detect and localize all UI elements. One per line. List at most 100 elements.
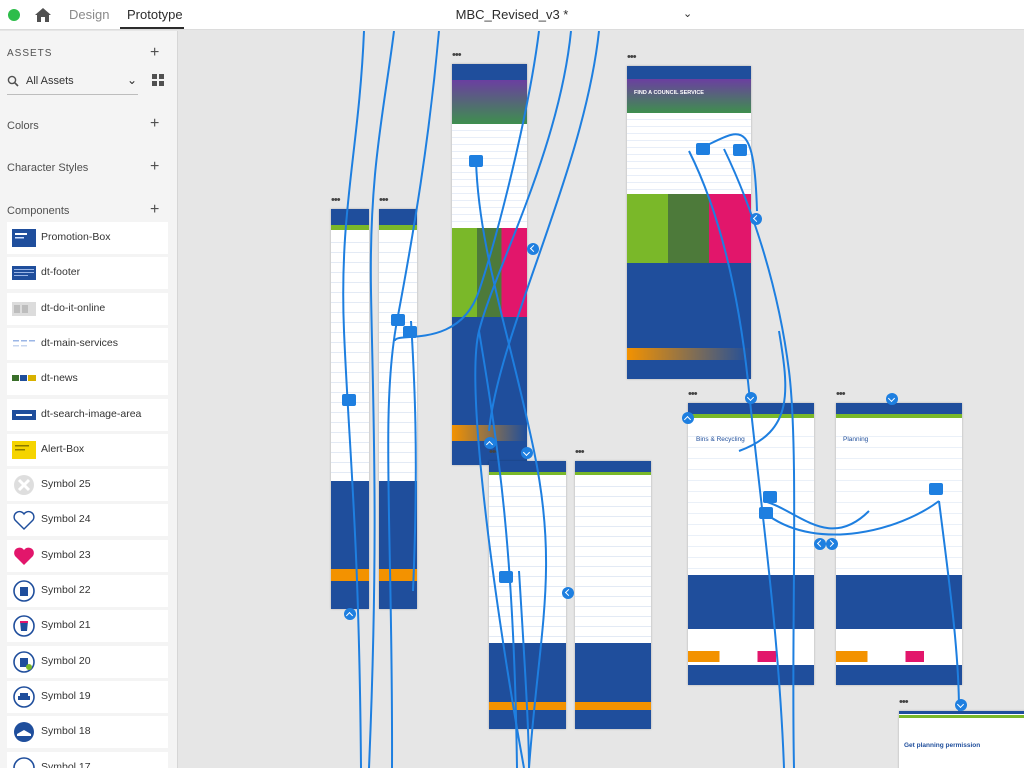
component-item[interactable]: Symbol 19 [7,680,168,713]
wire-handle-icon[interactable] [814,538,826,550]
wire-connection-node[interactable] [403,326,417,338]
search-icon [7,75,19,87]
assets-header: ASSETS [7,48,53,59]
wire-connection-node[interactable] [342,394,356,406]
heart-outline-icon [13,511,35,531]
wire-connection-node[interactable] [391,314,405,326]
wire-handle-icon[interactable] [521,447,533,459]
grid-view-icon[interactable] [152,74,164,86]
active-tab-indicator [120,27,184,29]
component-item[interactable]: Symbol 17 [7,751,168,768]
component-item[interactable]: Symbol 22 [7,575,168,607]
wire-handle-icon[interactable] [745,392,757,404]
prototype-wire[interactable] [387,31,440,768]
component-label: dt-news [41,372,78,385]
wire-handle-icon[interactable] [886,393,898,405]
assets-panel: ASSETS + All Assets ⌄ Colors + Character… [0,31,178,768]
chevron-down-icon[interactable]: ⌄ [683,7,692,20]
do-it-online-thumb [12,301,36,316]
prototype-wire[interactable] [938,500,960,712]
prototype-wire[interactable] [763,500,870,530]
document-title[interactable]: MBC_Revised_v3 * [456,7,569,22]
component-item[interactable]: Symbol 23 [7,539,168,572]
prototype-wire[interactable] [518,570,530,768]
component-item[interactable]: dt-news [7,363,168,396]
artboard-planning-heading: Planning [843,436,869,443]
wire-handle-icon[interactable] [750,213,762,225]
artboard-bins-heading: Bins & Recycling [696,436,745,443]
heart-filled-icon [14,547,34,565]
wire-connection-node[interactable] [499,571,513,583]
component-item[interactable]: dt-main-services [7,327,168,360]
wire-connection-node[interactable] [763,491,777,503]
component-label: Symbol 20 [41,654,91,667]
wire-connection-node[interactable] [759,507,773,519]
chevron-down-icon[interactable]: ⌄ [127,73,137,87]
component-label: Symbol 18 [41,725,91,738]
prototype-wire[interactable] [394,31,540,342]
prototype-wire[interactable] [410,320,417,592]
cup-circle-icon [13,615,35,638]
prototype-canvas[interactable]: ••• ••• ••• ••• ••• ••• ••• ••• ••• FIND A COUNC… [179,31,1024,768]
colors-section-label[interactable]: Colors [7,120,39,132]
artboard-get-planning-heading: Get planning permission [904,742,981,749]
footer-thumb [12,266,36,281]
artboard-home-heading: FIND A COUNCIL SERVICE [634,90,704,96]
search-image-thumb [12,409,36,420]
component-item[interactable]: Promotion-Box [7,222,168,254]
wire-handle-icon[interactable] [682,412,694,424]
wire-handle-icon[interactable] [527,243,539,255]
prototype-wire[interactable] [723,148,796,768]
symbol-circle-icon [13,756,35,768]
component-label: dt-footer [41,266,81,279]
component-label: Symbol 25 [41,478,91,491]
wire-handle-icon[interactable] [344,608,356,620]
component-item[interactable]: Symbol 20 [7,645,168,678]
add-asset-plus-icon[interactable]: + [150,45,159,61]
alert-thumb [12,440,36,459]
prototype-wire[interactable] [688,150,785,768]
component-label: Symbol 21 [41,619,91,632]
promotion-thumb [12,229,36,247]
prototype-wire[interactable] [478,330,518,768]
top-bar: Design Prototype MBC_Revised_v3 * ⌄ [0,0,1024,30]
component-label: Alert-Box [41,442,85,455]
component-item[interactable]: Symbol 25 [7,469,168,502]
add-component-plus-icon[interactable]: + [150,202,159,218]
wire-connection-node[interactable] [696,143,710,155]
component-label: Symbol 22 [41,584,91,596]
character-styles-section-label[interactable]: Character Styles [7,162,88,174]
prototype-wire[interactable] [488,31,600,432]
component-item[interactable]: Symbol 18 [7,716,168,749]
component-item[interactable]: dt-search-image-area [7,398,168,431]
add-character-style-plus-icon[interactable]: + [150,159,159,175]
component-item[interactable]: dt-footer [7,257,168,290]
component-item[interactable]: Symbol 24 [7,504,168,537]
component-label: dt-do-it-online [41,301,106,314]
shoe-circle-icon [14,722,34,743]
car-circle-icon [13,686,35,708]
components-section-label[interactable]: Components [7,205,69,217]
add-color-plus-icon[interactable]: + [150,116,159,132]
component-label: Symbol 17 [41,760,91,768]
component-label: Symbol 23 [41,548,91,561]
assets-filter-value: All Assets [26,75,74,87]
wire-connection-node[interactable] [469,155,483,167]
component-label: Symbol 24 [41,513,91,526]
wire-handle-icon[interactable] [955,699,967,711]
wire-handle-icon[interactable] [826,538,838,550]
component-item[interactable]: dt-do-it-online [7,292,168,325]
component-item[interactable]: Alert-Box [7,433,168,466]
wire-connection-node[interactable] [733,144,747,156]
wire-handle-icon[interactable] [484,437,496,449]
assets-filter[interactable]: All Assets ⌄ [7,71,138,95]
prototype-wire[interactable] [738,330,787,452]
component-item[interactable]: Symbol 21 [7,610,168,643]
wire-handle-icon[interactable] [562,587,574,599]
component-label: dt-main-services [41,336,119,349]
bin-circle-icon [13,580,35,602]
prototype-wire[interactable] [368,31,395,768]
wire-connection-node[interactable] [929,483,943,495]
component-label: Symbol 19 [41,689,91,702]
close-circle-icon [14,475,34,496]
